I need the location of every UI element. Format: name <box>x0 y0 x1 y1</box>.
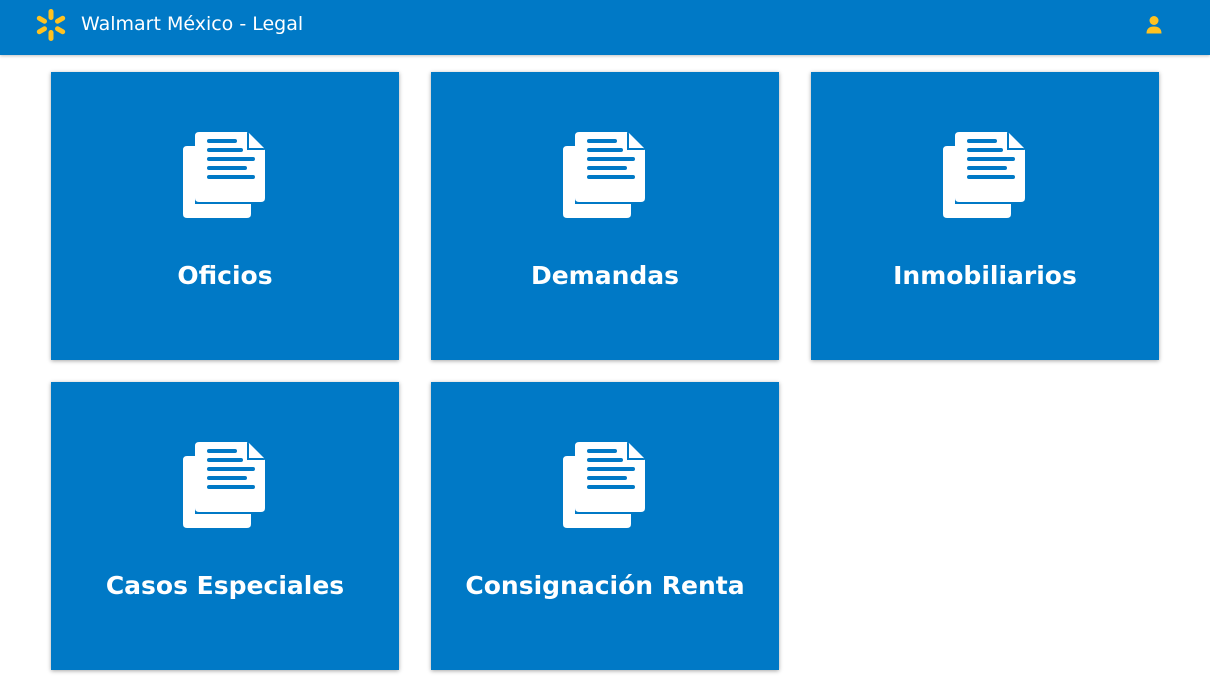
tile-consignacion-renta[interactable]: Consignación Renta <box>431 382 779 670</box>
user-icon[interactable] <box>1143 13 1165 37</box>
tile-label: Demandas <box>530 261 680 290</box>
document-icon <box>183 132 265 218</box>
tile-demandas[interactable]: Demandas <box>431 72 779 360</box>
walmart-spark-icon <box>36 9 66 41</box>
tile-label: Casos Especiales <box>105 571 345 600</box>
document-icon <box>563 132 645 218</box>
document-icon <box>183 442 265 528</box>
document-icon <box>943 132 1025 218</box>
document-icon <box>563 442 645 528</box>
tile-label: Inmobiliarios <box>893 261 1077 290</box>
tile-label: Consignación Renta <box>465 571 745 600</box>
app-title: Walmart México - Legal <box>81 13 304 35</box>
tile-casos-especiales[interactable]: Casos Especiales <box>51 382 399 670</box>
tile-inmobiliarios[interactable]: Inmobiliarios <box>811 72 1159 360</box>
tile-label: Oficios <box>177 261 273 290</box>
tile-oficios[interactable]: Oficios <box>51 72 399 360</box>
top-navbar: Walmart México - Legal <box>0 0 1210 55</box>
